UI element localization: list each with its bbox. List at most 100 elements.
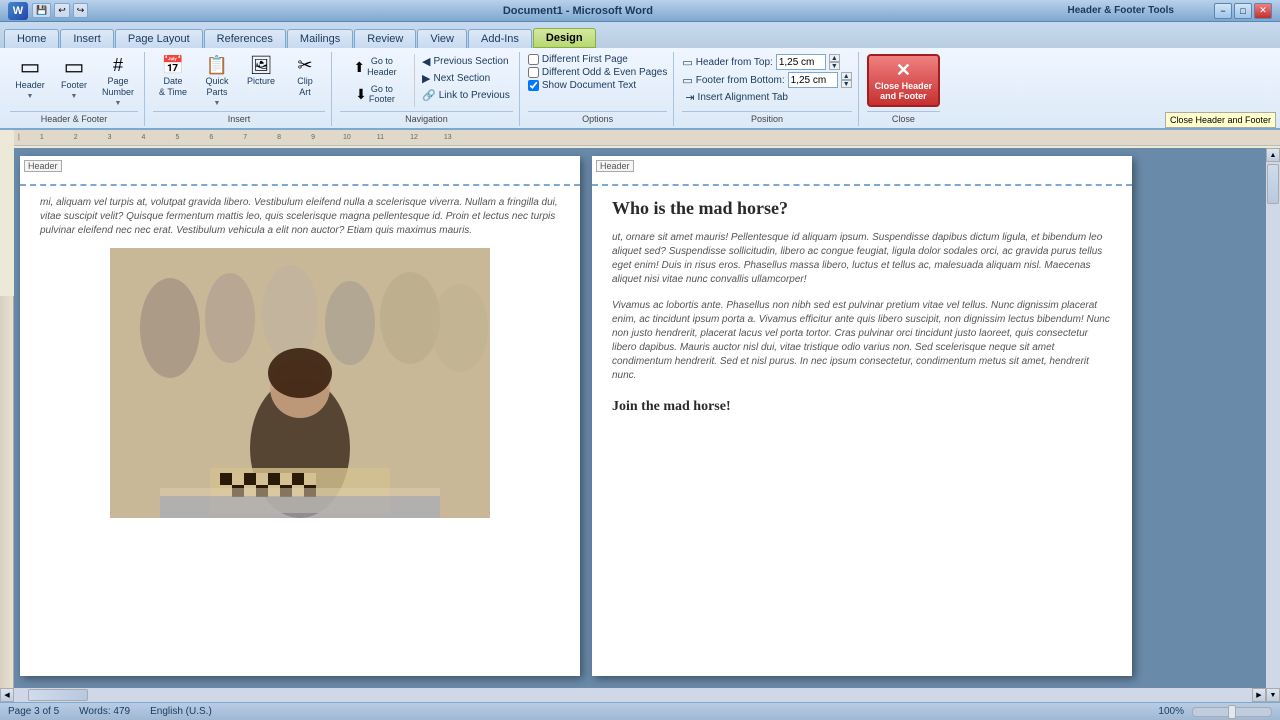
- minimize-button[interactable]: −: [1214, 3, 1232, 19]
- ribbon-group-insert: 📅 Date& Time 📋 QuickParts ▼ 🖼 Picture ✂: [147, 52, 332, 126]
- footer-from-bottom-input[interactable]: [788, 72, 838, 88]
- ribbon: Home Insert Page Layout References Maili…: [0, 22, 1280, 130]
- footer-bottom-up[interactable]: ▲: [841, 72, 852, 80]
- tab-addins[interactable]: Add-Ins: [468, 29, 532, 48]
- tab-insert[interactable]: Insert: [60, 29, 114, 48]
- redo-icon[interactable]: ↪: [73, 3, 89, 18]
- chess-image: [110, 248, 490, 518]
- different-odd-even-row: Different Odd & Even Pages: [528, 67, 667, 78]
- date-time-button[interactable]: 📅 Date& Time: [153, 54, 193, 100]
- tab-page-layout[interactable]: Page Layout: [115, 29, 203, 48]
- position-content: ▭ Header from Top: ▲ ▼ ▭ Footer from Bot…: [682, 54, 851, 109]
- go-to-footer-button[interactable]: ⬇ Go toFooter: [340, 82, 410, 108]
- header-from-top-label: Header from Top:: [696, 57, 773, 68]
- page2-title: Who is the mad horse?: [612, 196, 1112, 221]
- hscroll-thumb[interactable]: [28, 689, 88, 701]
- tab-view[interactable]: View: [417, 29, 467, 48]
- next-section-icon: ▶: [422, 72, 430, 85]
- header-dropdown-arrow[interactable]: ▼: [27, 93, 34, 100]
- horizontal-ruler: | 12 34 56 78 910 1112 13: [14, 130, 1280, 146]
- page-number-button[interactable]: # PageNumber ▼: [98, 54, 138, 109]
- scroll-up-button[interactable]: ▲: [1266, 148, 1280, 162]
- pages-container: Header mi, aliquam vel turpis at, volutp…: [20, 156, 1260, 676]
- scroll-right-button[interactable]: ▶: [1252, 688, 1266, 702]
- vertical-scrollbar[interactable]: ▲ ▼: [1266, 148, 1280, 702]
- options-checkboxes: Different First Page Different Odd & Eve…: [528, 54, 667, 91]
- quick-access-toolbar: 💾 ↩ ↪: [32, 3, 88, 18]
- picture-button[interactable]: 🖼 Picture: [241, 54, 281, 89]
- close-button[interactable]: ✕: [1254, 3, 1272, 19]
- zoom-thumb[interactable]: [1228, 705, 1236, 719]
- next-section-button[interactable]: ▶ Next Section: [419, 71, 513, 86]
- footer-dropdown-arrow[interactable]: ▼: [71, 93, 78, 100]
- chess-svg: [110, 248, 490, 518]
- horizontal-scrollbar[interactable]: ◀ ▶: [0, 688, 1266, 702]
- header-top-icon: ▭: [682, 56, 692, 69]
- ribbon-group-navigation: ⬆ Go toHeader ⬇ Go toFooter ◀ Previous S…: [334, 52, 520, 126]
- window-title: Document1 - Microsoft Word: [88, 5, 1067, 17]
- different-first-page-checkbox[interactable]: [528, 54, 539, 65]
- show-document-text-label: Show Document Text: [542, 80, 636, 91]
- go-to-header-button[interactable]: ⬆ Go toHeader: [340, 54, 410, 80]
- prev-section-label: Previous Section: [433, 56, 508, 67]
- insert-alignment-tab-button[interactable]: ⇥ Insert Alignment Tab: [682, 90, 851, 105]
- language-status: English (U.S.): [150, 706, 212, 717]
- show-document-text-checkbox[interactable]: [528, 80, 539, 91]
- title-bar: W 💾 ↩ ↪ Document1 - Microsoft Word Heade…: [0, 0, 1280, 22]
- page1-header-area: Header: [20, 156, 580, 186]
- save-icon[interactable]: 💾: [32, 3, 51, 18]
- next-section-label: Next Section: [433, 73, 490, 84]
- undo-icon[interactable]: ↩: [54, 3, 70, 18]
- footer-button[interactable]: ▭ Footer ▼: [54, 54, 94, 102]
- page2-header-area: Header: [592, 156, 1132, 186]
- nav-big-buttons: ⬆ Go toHeader ⬇ Go toFooter: [340, 54, 415, 107]
- footer-from-bottom-label: Footer from Bottom:: [696, 75, 785, 86]
- previous-section-button[interactable]: ◀ Previous Section: [419, 54, 513, 69]
- quick-parts-button[interactable]: 📋 QuickParts ▼: [197, 54, 237, 109]
- different-odd-even-checkbox[interactable]: [528, 67, 539, 78]
- tab-references[interactable]: References: [204, 29, 286, 48]
- scroll-down-button[interactable]: ▼: [1266, 688, 1280, 702]
- date-time-label: Date& Time: [159, 76, 187, 98]
- footer-bottom-icon: ▭: [682, 74, 692, 87]
- status-bar: Page 3 of 5 Words: 479 English (U.S.) 10…: [0, 702, 1280, 720]
- header-top-down[interactable]: ▼: [829, 62, 840, 70]
- maximize-button[interactable]: □: [1234, 3, 1252, 19]
- tab-review[interactable]: Review: [354, 29, 416, 48]
- link-to-previous-button[interactable]: 🔗 Link to Previous: [419, 88, 513, 103]
- header-button[interactable]: ▭ Header ▼: [10, 54, 50, 102]
- prev-section-icon: ◀: [422, 55, 430, 68]
- scroll-left-button[interactable]: ◀: [0, 688, 14, 702]
- footer-from-bottom-row: ▭ Footer from Bottom: ▲ ▼: [682, 72, 851, 88]
- close-header-footer-button[interactable]: ✕ Close Headerand Footer: [867, 54, 941, 107]
- words-status: Words: 479: [79, 706, 130, 717]
- clip-art-button[interactable]: ✂ ClipArt: [285, 54, 325, 100]
- header-from-top-input[interactable]: [776, 54, 826, 70]
- footer-label-btn: Footer: [61, 80, 87, 91]
- navigation-group-label: Navigation: [340, 111, 513, 124]
- quick-parts-icon: 📋: [206, 56, 228, 74]
- tab-mailings[interactable]: Mailings: [287, 29, 353, 48]
- footer-bottom-down[interactable]: ▼: [841, 80, 852, 88]
- page2-para1: ut, ornare sit amet mauris! Pellentesque…: [612, 231, 1112, 287]
- page1-content: mi, aliquam vel turpis at, volutpat grav…: [20, 186, 580, 538]
- position-group-label: Position: [682, 111, 851, 124]
- tab-home[interactable]: Home: [4, 29, 59, 48]
- scroll-thumb[interactable]: [1267, 164, 1279, 204]
- document-page-right: Header Who is the mad horse? ut, ornare …: [592, 156, 1132, 676]
- insert-buttons: 📅 Date& Time 📋 QuickParts ▼ 🖼 Picture ✂: [153, 54, 325, 109]
- clip-art-label: ClipArt: [297, 76, 313, 98]
- quick-parts-label: QuickParts: [206, 76, 229, 98]
- page2-content: Who is the mad horse? ut, ornare sit ame…: [592, 186, 1132, 427]
- quick-parts-arrow[interactable]: ▼: [214, 100, 221, 107]
- close-x-icon: ✕: [896, 60, 911, 81]
- close-content: ✕ Close Headerand Footer: [867, 54, 941, 109]
- header-top-up[interactable]: ▲: [829, 54, 840, 62]
- zoom-slider[interactable]: [1192, 707, 1272, 717]
- tab-design[interactable]: Design: [533, 28, 596, 48]
- page2-header-label: Header: [596, 160, 634, 172]
- close-group-label: Close: [867, 111, 941, 124]
- document-page-left: Header mi, aliquam vel turpis at, volutp…: [20, 156, 580, 676]
- page-number-arrow[interactable]: ▼: [115, 100, 122, 107]
- chess-scene: [110, 248, 490, 518]
